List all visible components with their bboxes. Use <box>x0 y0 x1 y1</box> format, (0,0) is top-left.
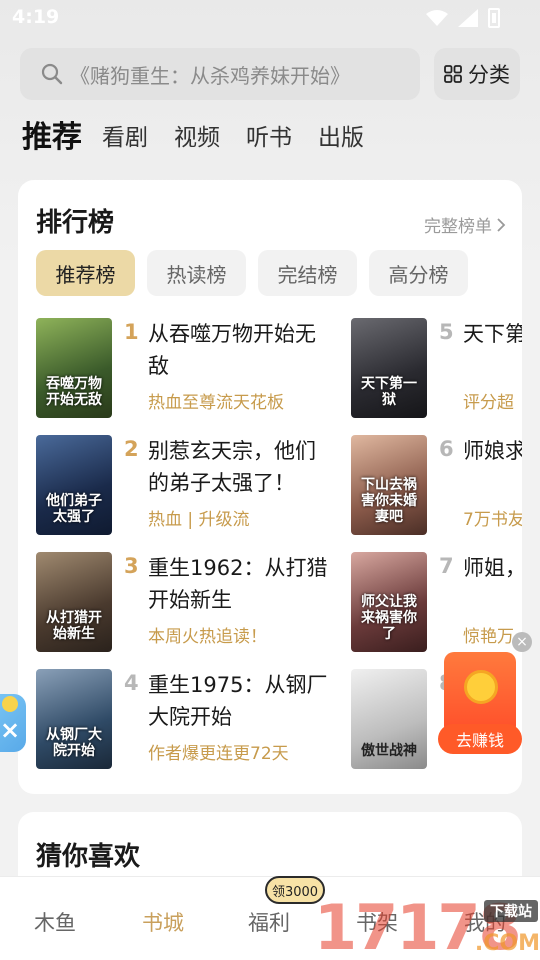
status-time: 4:19 <box>12 6 60 28</box>
cover-title: 师父让我来祸害你了 <box>361 594 417 642</box>
rank-number: 5 <box>439 320 454 344</box>
book-cover: 吞噬万物开始无敌 <box>36 318 112 418</box>
book-item[interactable]: 从钢厂大院开始 4 重生1975：从钢厂大院开始 作者爆更连更72天 <box>36 669 336 769</box>
chevron-right-icon <box>497 217 506 232</box>
cover-title: 从打猎开始新生 <box>46 610 102 642</box>
cover-title: 下山去祸害你未婚妻吧 <box>361 477 417 525</box>
tab-video[interactable]: 视频 <box>174 118 220 158</box>
nav-welfare[interactable]: 福利 <box>248 907 290 937</box>
earn-money-widget[interactable]: 去赚钱 <box>438 652 522 754</box>
book-tag: 热血 | 升级流 <box>148 510 250 530</box>
book-cover: 傲世战神 <box>351 669 427 769</box>
book-cover: 师父让我来祸害你了 <box>351 552 427 652</box>
coin-icon <box>464 670 498 704</box>
rank-number: 7 <box>439 554 454 578</box>
book-tag: 评分超 <box>463 393 514 413</box>
tab-publish[interactable]: 出版 <box>318 118 364 158</box>
floating-activity-widget[interactable]: × <box>0 694 26 752</box>
cover-title: 吞噬万物开始无敌 <box>46 376 102 408</box>
status-bar: 4:19 <box>0 0 540 36</box>
book-cover: 他们弟子太强了 <box>36 435 112 535</box>
reward-close-button[interactable]: × <box>512 632 532 652</box>
watermark-logo: 17178 .COM 下载站 <box>314 896 540 960</box>
book-title: 师娘求去祸害 <box>463 439 522 463</box>
book-tag: 惊艳万 <box>463 627 514 647</box>
tab-finished-rank[interactable]: 完结榜 <box>258 250 357 296</box>
full-ranking-link[interactable]: 完整榜单 <box>424 212 506 237</box>
category-button[interactable]: 分类 <box>434 48 520 100</box>
book-cover: 天下第一狱 <box>351 318 427 418</box>
close-icon: × <box>0 716 21 744</box>
book-item[interactable]: 吞噬万物开始无敌 1 从吞噬万物开始无敌 热血至尊流天花板 <box>36 318 336 418</box>
tab-audiobook[interactable]: 听书 <box>246 118 292 158</box>
status-icons <box>426 8 500 28</box>
book-tag: 7万书友 <box>463 510 522 530</box>
book-title: 别惹玄天宗，他们的弟子太强了！ <box>148 439 316 495</box>
rank-number: 3 <box>124 554 139 578</box>
cover-title: 天下第一狱 <box>361 376 417 408</box>
book-tag: 本周火热追读！ <box>148 627 267 647</box>
rank-number: 1 <box>124 320 139 344</box>
grid-icon <box>444 65 462 83</box>
book-item[interactable]: 师父让我来祸害你了 7 师姐，祸害你 惊艳万 <box>351 552 522 652</box>
guess-title: 猜你喜欢 <box>36 842 141 872</box>
ranking-tabs: 推荐榜 热读榜 完结榜 高分榜 <box>36 250 468 296</box>
main-tabs: 推荐 看剧 视频 听书 出版 <box>22 118 390 158</box>
tab-top-rated-rank[interactable]: 高分榜 <box>369 250 468 296</box>
book-item[interactable]: 从打猎开始新生 3 重生1962：从打猎开始新生 本周火热追读！ <box>36 552 336 652</box>
book-title: 重生1962：从打猎开始新生 <box>148 556 328 612</box>
search-icon <box>41 63 63 85</box>
ranking-title: 排行榜 <box>36 208 115 238</box>
earn-money-label: 去赚钱 <box>438 724 522 754</box>
watermark-com: .COM <box>474 931 540 956</box>
book-title: 重生1975：从钢厂大院开始 <box>148 673 328 729</box>
search-input[interactable]: 《赌狗重生：从杀鸡养妹开始》 <box>20 48 420 100</box>
book-cover: 从钢厂大院开始 <box>36 669 112 769</box>
full-ranking-label: 完整榜单 <box>424 217 492 237</box>
book-item[interactable]: 天下第一狱 5 天下第 评分超 <box>351 318 522 418</box>
book-item[interactable]: 他们弟子太强了 2 别惹玄天宗，他们的弟子太强了！ 热血 | 升级流 <box>36 435 336 535</box>
nav-muyu[interactable]: 木鱼 <box>34 907 76 937</box>
nav-bookstore[interactable]: 书城 <box>142 907 184 937</box>
rank-number: 2 <box>124 437 139 461</box>
signal-icon <box>458 9 478 27</box>
book-cover: 从打猎开始新生 <box>36 552 112 652</box>
watermark-tag: 下载站 <box>484 900 538 922</box>
cover-title: 从钢厂大院开始 <box>46 727 102 759</box>
tab-hot-rank[interactable]: 热读榜 <box>147 250 246 296</box>
book-title: 天下第 <box>463 322 522 346</box>
book-item[interactable]: 下山去祸害你未婚妻吧 6 师娘求去祸害 7万书友 <box>351 435 522 535</box>
book-title: 从吞噬万物开始无敌 <box>148 322 316 378</box>
search-placeholder: 《赌狗重生：从杀鸡养妹开始》 <box>70 63 350 88</box>
cover-title: 他们弟子太强了 <box>46 493 102 525</box>
sun-icon <box>2 696 18 712</box>
tab-drama[interactable]: 看剧 <box>102 118 148 158</box>
wifi-icon <box>426 10 448 26</box>
rank-number: 6 <box>439 437 454 461</box>
book-tag: 热血至尊流天花板 <box>148 393 284 413</box>
battery-icon <box>488 8 500 28</box>
book-tag: 作者爆更连更72天 <box>148 744 289 764</box>
tab-recommend-rank[interactable]: 推荐榜 <box>36 250 135 296</box>
cover-title: 傲世战神 <box>361 743 417 759</box>
category-label: 分类 <box>468 63 510 87</box>
book-title: 师姐，祸害你 <box>463 556 522 580</box>
rank-number: 4 <box>124 671 139 695</box>
tab-recommend[interactable]: 推荐 <box>22 118 82 158</box>
book-cover: 下山去祸害你未婚妻吧 <box>351 435 427 535</box>
